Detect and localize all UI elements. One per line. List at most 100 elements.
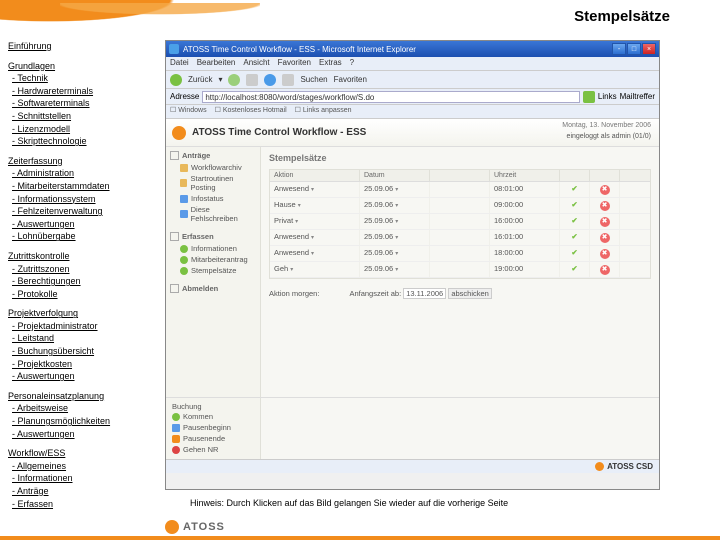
go-button[interactable] xyxy=(583,91,595,103)
maximize-button[interactable]: □ xyxy=(627,43,641,55)
mailtreffer-label[interactable]: Mailtreffer xyxy=(620,92,655,101)
nav-section-head[interactable]: Workflow/ESS xyxy=(8,447,158,460)
menu-item[interactable]: Bearbeiten xyxy=(197,58,236,67)
submit-button[interactable]: abschicken xyxy=(448,288,492,299)
menu-item[interactable]: Ansicht xyxy=(243,58,269,67)
link-item[interactable]: ☐ Links anpassen xyxy=(295,107,352,114)
time-cell[interactable]: 08:01:00 xyxy=(490,182,560,197)
stop-icon[interactable] xyxy=(246,74,258,86)
nav-item[interactable]: - Allgemeines xyxy=(12,460,158,473)
action-cell[interactable]: Anwesend xyxy=(270,230,360,245)
nav-item[interactable]: - Erfassen xyxy=(12,498,158,511)
nav-item[interactable]: - Technik xyxy=(12,72,158,85)
menu-item[interactable]: ? xyxy=(350,58,354,67)
sidebar-group-head[interactable]: Anträge xyxy=(170,151,256,160)
link-item[interactable]: ☐ Kostenloses Hotmail xyxy=(215,107,287,114)
sidebar-item[interactable]: Mitarbeiterantrag xyxy=(170,254,256,265)
nav-item[interactable]: - Auswertungen xyxy=(12,218,158,231)
time-cell[interactable]: 16:00:00 xyxy=(490,214,560,229)
url-field[interactable]: http://localhost:8080/word/stages/workfl… xyxy=(202,91,580,103)
sidebar-group-head[interactable]: Abmelden xyxy=(170,284,256,293)
delete-icon[interactable]: ✖ xyxy=(600,201,610,211)
link-item[interactable]: ☐ Windows xyxy=(170,107,207,114)
nav-item[interactable]: - Schnittstellen xyxy=(12,110,158,123)
sidebar-item[interactable]: Infostatus xyxy=(170,193,256,204)
refresh-icon[interactable] xyxy=(264,74,276,86)
close-button[interactable]: × xyxy=(642,43,656,55)
sidebar-item[interactable]: Diese Fehlschreiben xyxy=(170,204,256,224)
nav-item[interactable]: - Administration xyxy=(12,167,158,180)
nav-section-head[interactable]: Zutrittskontrolle xyxy=(8,250,158,263)
forward-icon[interactable] xyxy=(228,74,240,86)
date-cell[interactable]: 25.09.06 xyxy=(360,182,430,197)
time-cell[interactable]: 16:01:00 xyxy=(490,230,560,245)
delete-icon[interactable]: ✖ xyxy=(600,217,610,227)
nav-section-head[interactable]: Personaleinsatzplanung xyxy=(8,390,158,403)
nav-item[interactable]: - Projektkosten xyxy=(12,358,158,371)
nav-item[interactable]: - Protokolle xyxy=(12,288,158,301)
nav-item[interactable]: - Auswertungen xyxy=(12,428,158,441)
linkbar[interactable]: ☐ Windows ☐ Kostenloses Hotmail ☐ Links an… xyxy=(166,105,659,119)
action-cell[interactable]: Hause xyxy=(270,198,360,213)
nav-item[interactable]: - Informationen xyxy=(12,472,158,485)
minimize-button[interactable]: - xyxy=(612,43,626,55)
delete-icon[interactable]: ✖ xyxy=(600,233,610,243)
delete-icon[interactable]: ✖ xyxy=(600,185,610,195)
toolbar[interactable]: Zurück ▾ Suchen Favoriten xyxy=(166,71,659,89)
sidebar-item[interactable]: Startroutinen Posting xyxy=(170,173,256,193)
nav-section-head[interactable]: Zeiterfassung xyxy=(8,155,158,168)
action-cell[interactable]: Anwesend xyxy=(270,182,360,197)
browser-window[interactable]: ATOSS Time Control Workflow - ESS - Micr… xyxy=(165,40,660,490)
nav-item[interactable]: - Mitarbeiterstammdaten xyxy=(12,180,158,193)
action-cell[interactable]: Privat xyxy=(270,214,360,229)
ok-icon[interactable]: ✔ xyxy=(571,264,577,273)
back-button[interactable]: Zurück xyxy=(188,75,212,84)
ok-icon[interactable]: ✔ xyxy=(571,248,577,257)
nav-item[interactable]: - Planungsmöglichkeiten xyxy=(12,415,158,428)
time-cell[interactable]: 19:00:00 xyxy=(490,262,560,277)
time-cell[interactable]: 18:00:00 xyxy=(490,246,560,261)
nav-item[interactable]: - Auswertungen xyxy=(12,370,158,383)
nav-item[interactable]: - Informationssystem xyxy=(12,193,158,206)
search-button[interactable]: Suchen xyxy=(300,75,327,84)
sidebar-item[interactable]: Workflowarchiv xyxy=(170,162,256,173)
nav-item[interactable]: - Skripttechnologie xyxy=(12,135,158,148)
nav-item[interactable]: - Hardwareterminals xyxy=(12,85,158,98)
nav-item[interactable]: - Anträge xyxy=(12,485,158,498)
nav-section-head[interactable]: Einführung xyxy=(8,40,158,53)
ok-icon[interactable]: ✔ xyxy=(571,232,577,241)
date-cell[interactable]: 25.09.06 xyxy=(360,214,430,229)
nav-item[interactable]: - Buchungsübersicht xyxy=(12,345,158,358)
ok-icon[interactable]: ✔ xyxy=(571,184,577,193)
action-cell[interactable]: Anwesend xyxy=(270,246,360,261)
nav-item[interactable]: - Leitstand xyxy=(12,332,158,345)
nav-item[interactable]: - Softwareterminals xyxy=(12,97,158,110)
date-cell[interactable]: 25.09.06 xyxy=(360,262,430,277)
sidebar-item[interactable]: Stempelsätze xyxy=(170,265,256,276)
date-input[interactable]: 13.11.2006 xyxy=(403,288,446,299)
home-icon[interactable] xyxy=(282,74,294,86)
nav-item[interactable]: - Fehlzeitenverwaltung xyxy=(12,205,158,218)
sidebar-item[interactable]: Informationen xyxy=(170,243,256,254)
time-cell[interactable]: 09:00:00 xyxy=(490,198,560,213)
ok-icon[interactable]: ✔ xyxy=(571,216,577,225)
delete-icon[interactable]: ✖ xyxy=(600,249,610,259)
sidebar-group-head[interactable]: Erfassen xyxy=(170,232,256,241)
nav-item[interactable]: - Lizenzmodell xyxy=(12,123,158,136)
date-cell[interactable]: 25.09.06 xyxy=(360,246,430,261)
nav-item[interactable]: - Arbeitsweise xyxy=(12,402,158,415)
menubar[interactable]: Datei Bearbeiten Ansicht Favoriten Extras? xyxy=(166,57,659,71)
menu-item[interactable]: Extras xyxy=(319,58,342,67)
action-cell[interactable]: Geh xyxy=(270,262,360,277)
delete-icon[interactable]: ✖ xyxy=(600,265,610,275)
date-cell[interactable]: 25.09.06 xyxy=(360,198,430,213)
nav-item[interactable]: - Projektadministrator xyxy=(12,320,158,333)
nav-item[interactable]: - Zutrittszonen xyxy=(12,263,158,276)
menu-item[interactable]: Favoriten xyxy=(278,58,311,67)
ok-icon[interactable]: ✔ xyxy=(571,200,577,209)
nav-section-head[interactable]: Projektverfolgung xyxy=(8,307,158,320)
menu-item[interactable]: Datei xyxy=(170,58,189,67)
nav-section-head[interactable]: Grundlagen xyxy=(8,60,158,73)
nav-item[interactable]: - Berechtigungen xyxy=(12,275,158,288)
back-icon[interactable] xyxy=(170,74,182,86)
